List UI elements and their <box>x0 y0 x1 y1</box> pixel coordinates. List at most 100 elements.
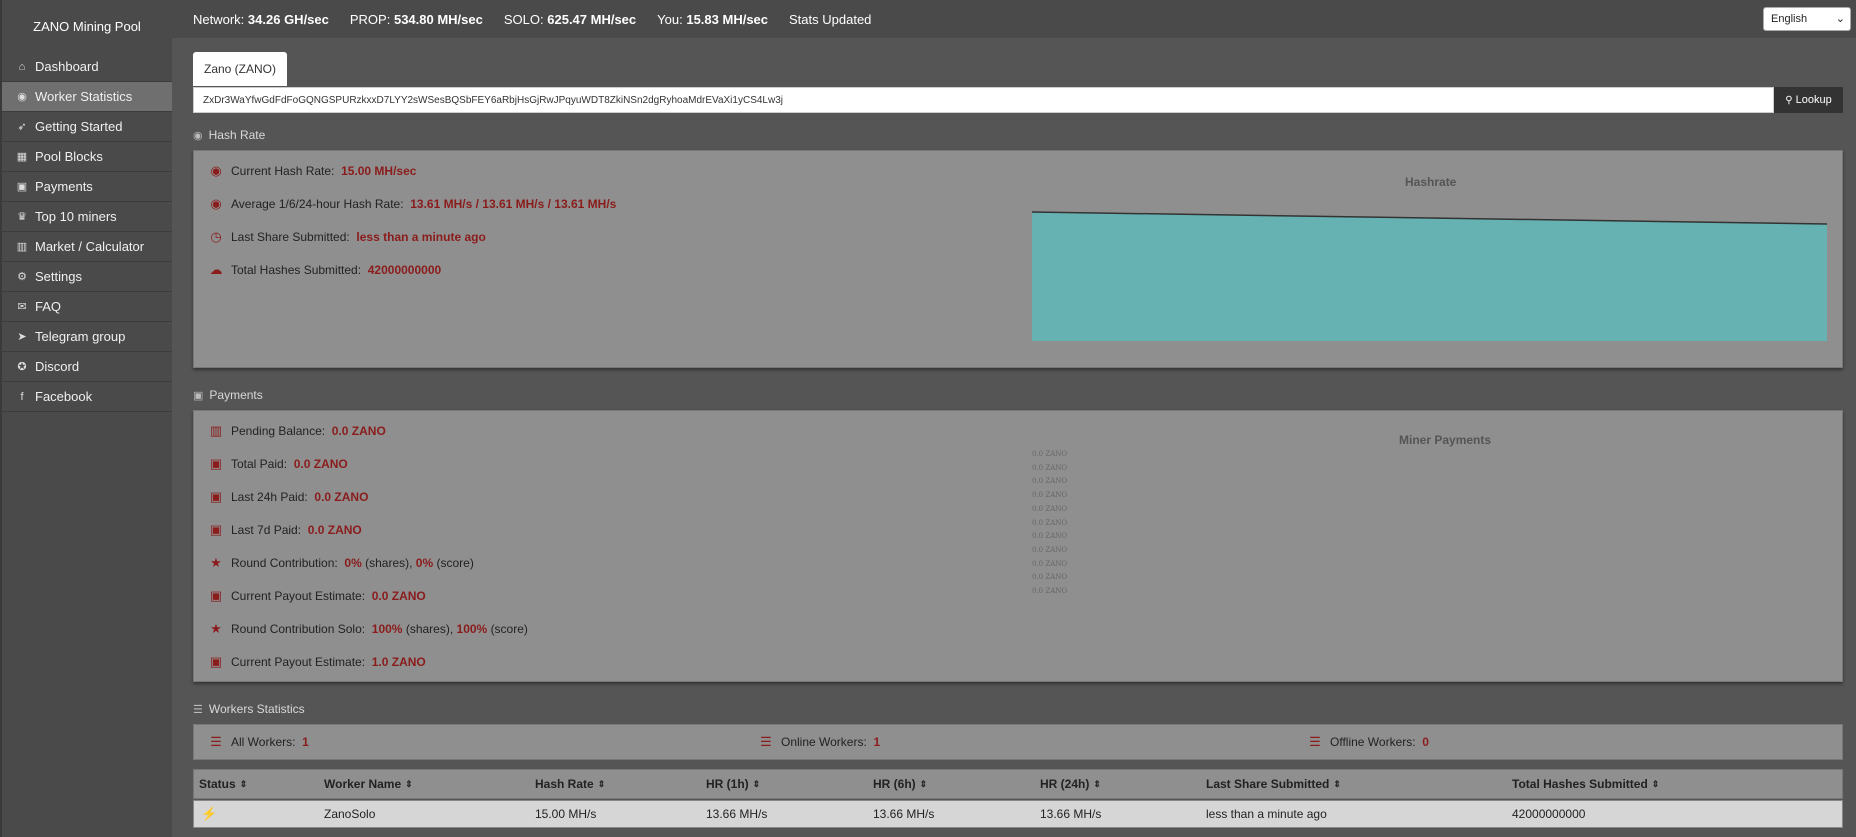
last-7d-paid: ▣ Last 7d Paid: 0.0 ZANO <box>207 522 362 538</box>
brand-title[interactable]: ZANO Mining Pool <box>2 0 172 52</box>
average-hashrate: ◉ Average 1/6/24-hour Hash Rate: 13.61 M… <box>207 196 616 212</box>
network-stat: Network: 34.26 GH/sec <box>193 12 329 27</box>
cloud-upload-icon: ☁ <box>209 262 223 277</box>
sidebar-item-label: Facebook <box>35 389 93 404</box>
sidebar-item-worker-statistics[interactable]: ◉ Worker Statistics <box>2 82 172 112</box>
round-solo-score-unit: (score) <box>490 622 528 636</box>
round-shares-unit: (shares), <box>365 556 413 570</box>
payout-solo-label: Current Payout Estimate <box>231 655 362 669</box>
sidebar-item-getting-started[interactable]: ➶ Getting Started <box>2 112 172 142</box>
sidebar-item-telegram-group[interactable]: ➤ Telegram group <box>2 322 172 352</box>
last-share-label: Last Share Submitted <box>231 230 347 244</box>
solo-stat: SOLO: 625.47 MH/sec <box>504 12 636 27</box>
col-total-hashes[interactable]: Total Hashes Submitted ⇕ <box>1512 770 1659 798</box>
offline-workers: ☰ Offline Workers: 0 <box>1306 734 1429 750</box>
payment-axis-label: 0.0 ZANO <box>1032 573 1068 582</box>
round-solo-shares: 100% <box>371 622 403 636</box>
money-icon: ▣ <box>193 389 204 402</box>
sidebar-item-facebook[interactable]: f Facebook <box>2 382 172 412</box>
sidebar-item-settings[interactable]: ⚙ Settings <box>2 262 172 292</box>
workers-section-title: ☰ Workers Statistics <box>193 702 305 716</box>
payment-axis-label: 0.0 ZANO <box>1032 559 1068 568</box>
chevron-down-icon: ⌄ <box>1835 13 1845 25</box>
prop-stat: PROP: 534.80 MH/sec <box>350 12 483 27</box>
hash-rate-cell: 15.00 MH/s <box>535 807 597 821</box>
workers-section-label: Workers Statistics <box>208 702 305 716</box>
pending-balance: ▥ Pending Balance: 0.0 ZANO <box>207 423 386 439</box>
col-hr-24h[interactable]: HR (24h) ⇕ <box>1040 770 1101 798</box>
lookup-button[interactable]: ⚲ Lookup <box>1774 87 1843 113</box>
col-hash-rate[interactable]: Hash Rate ⇕ <box>535 770 605 798</box>
sidebar-item-label: Top 10 miners <box>35 209 117 224</box>
hashrate-section-title: ◉ Hash Rate <box>193 128 265 142</box>
sidebar-item-label: Settings <box>35 269 82 284</box>
top-stats-bar: Network: 34.26 GH/sec PROP: 534.80 MH/se… <box>172 0 1856 38</box>
hr-24h-cell: 13.66 MH/s <box>1040 807 1102 821</box>
last-7d-label: Last 7d Paid <box>231 523 298 537</box>
current-hashrate-label: Current Hash Rate <box>231 164 332 178</box>
you-stat: You: 15.83 MH/sec <box>657 12 768 27</box>
hashrate-panel: ◉ Current Hash Rate: 15.00 MH/sec ◉ Aver… <box>193 150 1843 368</box>
sidebar-item-top-10-miners[interactable]: ♛ Top 10 miners <box>2 202 172 232</box>
language-select[interactable]: English ⌄ <box>1763 7 1851 31</box>
workers-table-header: Status ⇕ Worker Name ⇕ Hash Rate ⇕ HR (1h) ⇕… <box>193 769 1843 799</box>
sort-icon: ⇕ <box>1651 778 1660 789</box>
language-value: English <box>1771 13 1808 25</box>
tachometer-icon: ◉ <box>210 196 222 211</box>
col-hr-1h[interactable]: HR (1h) ⇕ <box>706 770 760 798</box>
money-icon: ▣ <box>209 456 223 471</box>
bank-icon: ▥ <box>209 423 223 438</box>
home-icon: ⌂ <box>18 60 26 73</box>
network-label: Network: <box>193 11 245 27</box>
payment-axis-label: 0.0 ZANO <box>1032 491 1068 500</box>
plug-icon: ⚡ <box>201 806 218 821</box>
online-workers-value: 1 <box>873 735 881 749</box>
pending-value: 0.0 ZANO <box>331 424 386 438</box>
hashrate-section-label: Hash Rate <box>208 128 266 142</box>
round-score: 0% <box>415 556 434 570</box>
discord-icon: ✪ <box>17 361 27 373</box>
bank-icon: ▥ <box>16 241 28 253</box>
sidebar-item-label: Payments <box>35 179 93 194</box>
last-24h-label: Last 24h Paid <box>231 490 305 504</box>
sidebar-item-label: FAQ <box>35 299 62 314</box>
col-status[interactable]: Status ⇕ <box>199 770 247 798</box>
last-24h-paid: ▣ Last 24h Paid: 0.0 ZANO <box>207 489 369 505</box>
tab-zano[interactable]: Zano (ZANO) <box>193 52 287 86</box>
money-icon: ▣ <box>209 522 223 537</box>
sidebar-item-faq[interactable]: ✉ FAQ <box>2 292 172 322</box>
col-hr-24h-label: HR (24h) <box>1040 777 1090 791</box>
sidebar-item-payments[interactable]: ▣ Payments <box>2 172 172 202</box>
sort-icon: ⇕ <box>239 778 248 789</box>
payment-axis-label: 0.0 ZANO <box>1032 463 1068 472</box>
payment-axis-label: 0.0 ZANO <box>1032 532 1068 541</box>
total-hashes: ☁ Total Hashes Submitted: 42000000000 <box>207 262 442 278</box>
sidebar-item-pool-blocks[interactable]: ▦ Pool Blocks <box>2 142 172 172</box>
server-icon: ☰ <box>210 734 222 749</box>
col-hr-6h[interactable]: HR (6h) ⇕ <box>873 770 927 798</box>
sidebar-item-market-calculator[interactable]: ▥ Market / Calculator <box>2 232 172 262</box>
payment-axis-label: 0.0 ZANO <box>1032 518 1068 527</box>
total-paid: ▣ Total Paid: 0.0 ZANO <box>207 456 348 472</box>
payments-section-label: Payments <box>209 388 263 402</box>
payment-axis-label: 0.0 ZANO <box>1032 587 1068 595</box>
tachometer-icon: ◉ <box>193 129 203 142</box>
payout-estimate-solo: ▣ Current Payout Estimate: 1.0 ZANO <box>207 654 426 670</box>
address-input[interactable]: ZxDr3WaYfwGdFdFoGQNGSPURzkxxD7LYY2sWSesB… <box>193 87 1774 113</box>
sort-icon: ⇕ <box>1333 778 1341 789</box>
col-last-share[interactable]: Last Share Submitted ⇕ <box>1206 770 1341 798</box>
sort-icon: ⇕ <box>597 778 606 789</box>
prop-label: PROP: <box>349 11 391 27</box>
sort-icon: ⇕ <box>1093 778 1101 789</box>
search-icon: ⚲ <box>1785 94 1793 106</box>
hashrate-area <box>1032 212 1827 341</box>
money-icon: ▣ <box>16 181 28 193</box>
sidebar-item-dashboard[interactable]: ⌂ Dashboard <box>2 52 172 82</box>
payout-value: 0.0 ZANO <box>371 589 426 603</box>
sidebar-item-discord[interactable]: ✪ Discord <box>2 352 172 382</box>
money-icon: ▣ <box>209 588 223 603</box>
col-worker-name[interactable]: Worker Name ⇕ <box>324 770 413 798</box>
total-paid-label: Total Paid <box>231 457 284 471</box>
total-hashes-cell: 42000000000 <box>1512 807 1586 821</box>
tachometer-icon: ◉ <box>210 163 222 178</box>
